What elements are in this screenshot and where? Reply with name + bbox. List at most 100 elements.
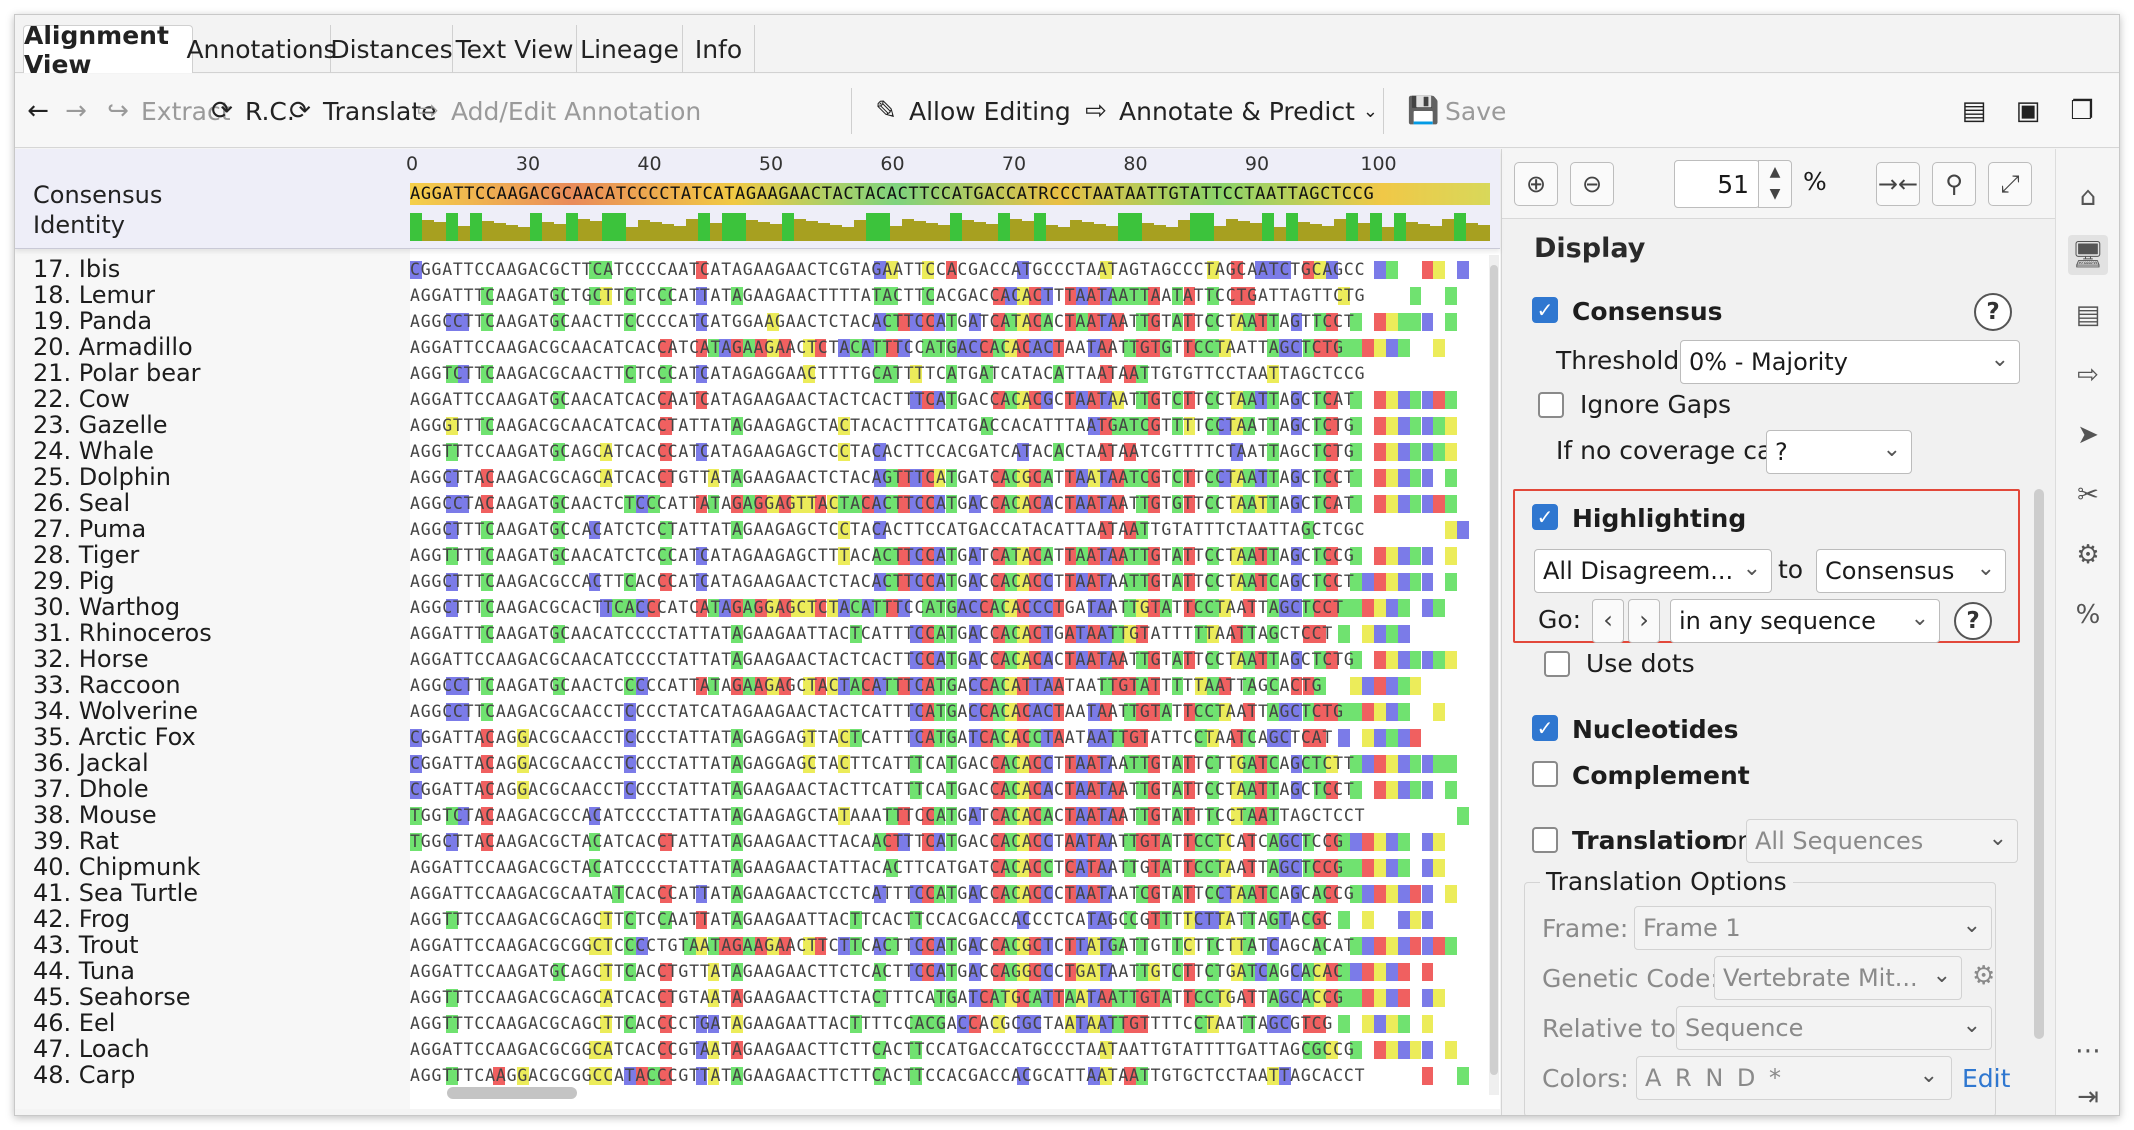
no-coverage-select[interactable]: ? ⌄ — [1766, 430, 1912, 474]
sequence-row[interactable]: TGGTCTACAAGACGCCACATCCCCTATTATAGAAGAGCTA… — [410, 803, 1490, 829]
sequence-name[interactable]: 39. Rat — [33, 827, 119, 855]
sequence-row[interactable]: CGGATTACAGGACGCAACCTCCCCTATTATAGAGGAGTTA… — [410, 725, 1490, 751]
back-button[interactable]: ← — [23, 74, 61, 148]
sequence-name[interactable]: 48. Carp — [33, 1061, 135, 1089]
highlight-target-select[interactable]: Consensus ⌄ — [1816, 549, 2006, 593]
next-disagreement-button[interactable]: › — [1628, 599, 1660, 643]
sequence-row[interactable]: AGGTCTTCAAGACGCAACTTCTCCCATCATAGAGGAACTT… — [410, 361, 1490, 387]
sequence-row[interactable]: AGGATTCCAAGACGCAACATCACCATCATAGAAGAACTCT… — [410, 335, 1490, 361]
sequence-name[interactable]: 23. Gazelle — [33, 411, 168, 439]
sequence-name[interactable]: 21. Polar bear — [33, 359, 201, 387]
highlight-mode-select[interactable]: All Disagreem... ⌄ — [1534, 549, 1772, 593]
scroll-thumb[interactable] — [1490, 265, 1498, 1075]
sequence-name[interactable]: 19. Panda — [33, 307, 152, 335]
sequence-name[interactable]: 41. Sea Turtle — [33, 879, 198, 907]
sequence-row[interactable]: AGGCTTTCAAGACGCCACTTCACCCATCATAGAAGAACTC… — [410, 569, 1490, 595]
sequence-row[interactable]: AGGTTTCAAGGACGCGGCCATACCCGTTATAGAAGAACTT… — [410, 1063, 1490, 1089]
tab-annotations[interactable]: Annotations — [186, 25, 337, 73]
sequence-name[interactable]: 37. Dhole — [33, 775, 149, 803]
sequence-name[interactable]: 29. Pig — [33, 567, 115, 595]
scissors-icon[interactable]: ✂ — [2068, 475, 2108, 515]
sequence-row[interactable]: TGGCTTACAAGACGCTACATCACCTATTATAGAAGAACTT… — [410, 829, 1490, 855]
forward-button[interactable]: → — [61, 74, 99, 148]
sequence-name[interactable]: 45. Seahorse — [33, 983, 191, 1011]
sequence-row[interactable]: AGGTTTCCAAGACGCAGCTTCACCCCTGATAGAAGAATTA… — [410, 1011, 1490, 1037]
window-icon-button[interactable]: ▣ — [2013, 74, 2051, 148]
sequence-name[interactable]: 38. Mouse — [33, 801, 157, 829]
monitor-icon[interactable]: 🖥 — [2068, 235, 2108, 275]
sequence-name[interactable]: 42. Frog — [33, 905, 130, 933]
copy-icon-button[interactable]: ❐ — [2067, 74, 2105, 148]
tab-distances[interactable]: Distances — [330, 25, 453, 73]
more-icon[interactable]: ⋯ — [2068, 1031, 2108, 1071]
translation-checkbox[interactable] — [1532, 827, 1558, 853]
highlighting-checkbox[interactable]: ✓ — [1532, 504, 1558, 530]
expand-button[interactable]: ⤢ — [1988, 162, 2032, 206]
alignment-horizontal-scrollbar[interactable] — [447, 1087, 577, 1099]
sequence-row[interactable]: AGGCCTTCAAGACGCAACCTCCCCTATCATAGAAGAACTA… — [410, 699, 1490, 725]
rc-button[interactable]: ⟳ R.C. — [207, 74, 295, 148]
sequence-name[interactable]: 43. Trout — [33, 931, 139, 959]
gear-icon[interactable]: ⚙ — [2068, 535, 2108, 575]
panel-scrollbar[interactable] — [2034, 489, 2044, 1039]
zoom-stepper[interactable]: ▲ ▼ — [1758, 160, 1792, 208]
sequence-name[interactable]: 18. Lemur — [33, 281, 155, 309]
percent-icon[interactable]: % — [2068, 595, 2108, 635]
consensus-checkbox[interactable]: ✓ — [1532, 297, 1558, 323]
highlighting-help-button[interactable]: ? — [1954, 602, 1992, 640]
gear-icon[interactable]: ⚙ — [1972, 961, 1995, 991]
sequence-name[interactable]: 22. Cow — [33, 385, 130, 413]
zoom-to-fit-button[interactable]: →← — [1876, 162, 1920, 206]
sequence-row[interactable]: AGGTTTCCAAGACGCAGCATCACCTGTAATAGAAGAACTT… — [410, 985, 1490, 1011]
sequence-name[interactable]: 46. Eel — [33, 1009, 115, 1037]
annotate-predict-button[interactable]: ⇨ Annotate & Predict ⌄ — [1081, 74, 1378, 148]
sequence-name[interactable]: 28. Tiger — [33, 541, 139, 569]
sequence-row[interactable]: AGGTTTCCAAGACGCAGCTTCTCCAATTATAGAAGAATTA… — [410, 907, 1490, 933]
sequence-row[interactable]: AGGATTCCAAGACGCTACATCCCCTATTATAGAAGAACTA… — [410, 855, 1490, 881]
sequence-row[interactable]: CGGATTACAGGACGCAACCTCCCCTATTATAGAGGAGCTA… — [410, 751, 1490, 777]
collapse-panel-icon[interactable]: ⇥ — [2068, 1077, 2108, 1115]
sequence-name[interactable]: 31. Rhinoceros — [33, 619, 212, 647]
genetic-code-select[interactable]: Vertebrate Mit... ⌄ — [1714, 956, 1962, 1000]
use-dots-checkbox[interactable] — [1544, 651, 1570, 677]
sequence-name[interactable]: 40. Chipmunk — [33, 853, 200, 881]
frame-select[interactable]: Frame 1 ⌄ — [1634, 906, 1992, 950]
alignment-vertical-scrollbar[interactable] — [1489, 255, 1499, 1095]
translation-scope-select[interactable]: All Sequences ⌄ — [1746, 819, 2018, 863]
sequence-row[interactable]: AGGATTCCAAGATGCAGCTTCACCTGTTATAGAAGAACTT… — [410, 959, 1490, 985]
zoom-out-button[interactable]: ⊖ — [1570, 162, 1614, 206]
sequence-name[interactable]: 24. Whale — [33, 437, 154, 465]
sequence-row[interactable]: AGGCTTTCAAGACGCACTTCACCCATCATAGAGGAGCTCT… — [410, 595, 1490, 621]
sequence-name[interactable]: 25. Dolphin — [33, 463, 171, 491]
arrow-right-icon[interactable]: ⇨ — [2068, 355, 2108, 395]
sequence-name[interactable]: 17. Ibis — [33, 255, 120, 283]
tab-info[interactable]: Info — [683, 25, 755, 73]
zoom-input[interactable]: 51 — [1674, 160, 1760, 208]
sequence-row[interactable]: AGGATTTCAAGATGCTGCTTCTCCCATTATAGAAGAACTT… — [410, 283, 1490, 309]
sequence-row[interactable]: AGGATTCCAAGACGCGGCTCCCCTGTAATAGAAGAACTTC… — [410, 933, 1490, 959]
home-icon[interactable]: ⌂ — [2068, 177, 2108, 217]
tab-text-view[interactable]: Text View — [453, 25, 577, 73]
allow-editing-button[interactable]: ✎ Allow Editing — [871, 74, 1071, 148]
zoom-to-selection-button[interactable]: ⚲ — [1932, 162, 1976, 206]
sequence-row[interactable]: CGGATTCCAAGACGCTTCATCCCCAATCATAGAAGAACTC… — [410, 257, 1490, 283]
sequence-row[interactable]: AGGGTTTCAAGACGCAACATCACCTATTATAGAAGAGCTA… — [410, 413, 1490, 439]
sequence-name[interactable]: 36. Jackal — [33, 749, 149, 777]
previous-disagreement-button[interactable]: ‹ — [1592, 599, 1624, 643]
annotation-icon[interactable]: ➤ — [2068, 415, 2108, 455]
save-button[interactable]: 💾 Save — [1407, 74, 1506, 148]
bar-chart-icon[interactable]: ▤ — [2068, 295, 2108, 335]
sequence-row[interactable]: AGGATTCCAAGACGCAATATCACCCATTATAGAAGAACTC… — [410, 881, 1490, 907]
sequence-row[interactable]: CGGATTACAGGACGCAACCTCCCCTATTATAGAAGAACTA… — [410, 777, 1490, 803]
sequence-name[interactable]: 32. Horse — [33, 645, 149, 673]
sequence-row[interactable]: AGGTTTCCAAGATGCAGCATCACCCATCATAGAAGAGCTC… — [410, 439, 1490, 465]
sequence-row[interactable]: AGGATTCCAAGACGCAACATCCCCTATTATAGAAGAACTA… — [410, 647, 1490, 673]
sequence-row[interactable]: AGGTTTTCAAGATGCAACATCTCCCATCATAGAAGAGCTT… — [410, 543, 1490, 569]
sequence-row[interactable]: AGGCCTACAAGATGCAACTCTCCCATTATAGAGGAGTTAC… — [410, 491, 1490, 517]
alignment-sequence-area[interactable]: CGGATTCCAAGACGCTTCATCCCCAATCATAGAAGAACTC… — [410, 149, 1500, 1109]
sequence-name[interactable]: 47. Loach — [33, 1035, 150, 1063]
sequence-name[interactable]: 30. Warthog — [33, 593, 180, 621]
consensus-help-button[interactable]: ? — [1974, 293, 2012, 331]
tab-alignment-view[interactable]: Alignment View — [23, 21, 193, 79]
go-scope-select[interactable]: in any sequence ⌄ — [1670, 599, 1940, 643]
